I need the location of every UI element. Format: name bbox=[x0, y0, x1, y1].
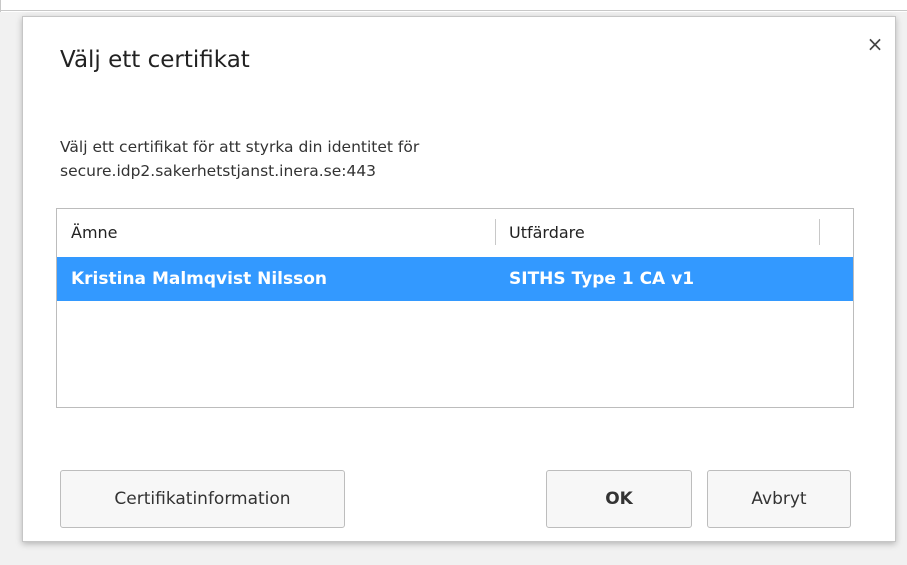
column-separator[interactable] bbox=[819, 219, 820, 245]
certificate-issuer: SITHS Type 1 CA v1 bbox=[509, 269, 695, 289]
browser-page: × Välj ett certifikat Välj ett certifika… bbox=[0, 0, 907, 565]
column-separator[interactable] bbox=[495, 219, 496, 245]
certificate-info-button[interactable]: Certifikatinformation bbox=[60, 470, 345, 528]
close-icon[interactable]: × bbox=[864, 33, 886, 55]
dialog-description: Välj ett certifikat för att styrka din i… bbox=[60, 135, 419, 183]
certificate-list[interactable]: Ämne Utfärdare Kristina Malmqvist Nilsso… bbox=[56, 208, 854, 408]
list-item-certificate[interactable]: Kristina Malmqvist Nilsson SITHS Type 1 … bbox=[57, 257, 853, 301]
browser-toolbar-edge bbox=[0, 0, 907, 12]
certificate-dialog: × Välj ett certifikat Välj ett certifika… bbox=[22, 16, 896, 542]
cancel-button[interactable]: Avbryt bbox=[707, 470, 851, 528]
column-header-issuer[interactable]: Utfärdare bbox=[509, 209, 585, 257]
description-line-1: Välj ett certifikat för att styrka din i… bbox=[60, 138, 420, 156]
ok-button[interactable]: OK bbox=[546, 470, 692, 528]
column-header-subject[interactable]: Ämne bbox=[71, 209, 118, 257]
description-line-2: secure.idp2.sakerhetstjanst.inera.se:443 bbox=[60, 162, 377, 180]
dialog-title: Välj ett certifikat bbox=[60, 47, 250, 73]
certificate-subject: Kristina Malmqvist Nilsson bbox=[71, 269, 328, 289]
toolbar-divider bbox=[0, 10, 907, 11]
list-header: Ämne Utfärdare bbox=[57, 209, 853, 257]
